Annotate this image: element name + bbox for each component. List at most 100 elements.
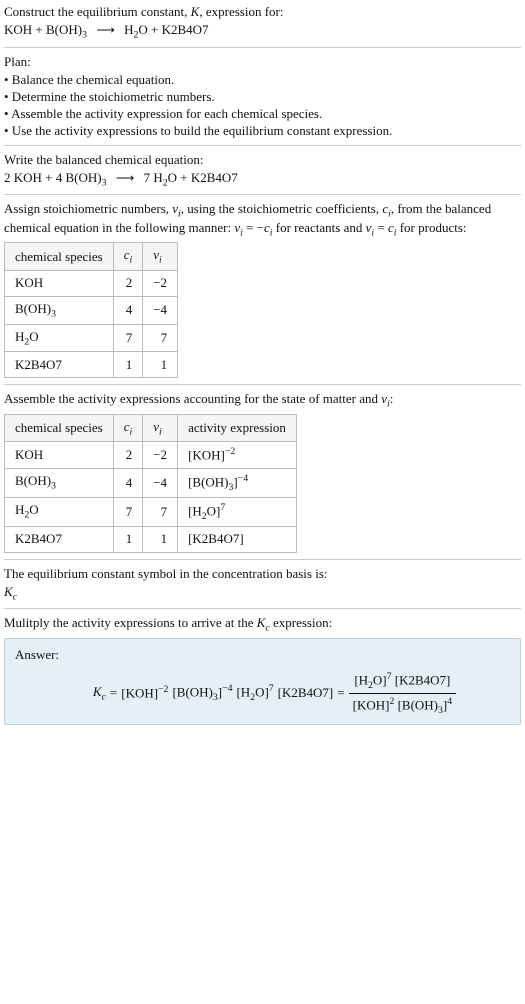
txt: for reactants and <box>273 220 366 235</box>
lhs: KOH + B(OH) <box>4 22 82 37</box>
cell-c: 2 <box>113 270 143 296</box>
th-c: ci <box>113 414 143 442</box>
th-species: chemical species <box>5 414 114 442</box>
assign-section: Assign stoichiometric numbers, νi , using… <box>4 201 521 378</box>
cell-activity: [H2O]7 <box>178 497 297 526</box>
balanced-section: Write the balanced chemical equation: 2 … <box>4 152 521 189</box>
cell-c: 7 <box>113 324 143 352</box>
divider <box>4 608 521 609</box>
divider <box>4 559 521 560</box>
txt: for products: <box>396 220 466 235</box>
arrow-icon: ⟶ <box>90 22 121 37</box>
multiply-line: Mulitply the activity expressions to arr… <box>4 615 521 634</box>
txt: = − <box>243 220 264 235</box>
txt: Assign stoichiometric numbers, <box>4 201 172 216</box>
cell-activity: [K2B4O7] <box>178 526 297 552</box>
txt: Construct the equilibrium constant, <box>4 4 191 19</box>
table-row: H2O 7 7 [H2O]7 <box>5 497 297 526</box>
kc-symbol: Kc <box>4 584 521 603</box>
bullet: • Determine the stoichiometric numbers. <box>4 89 521 105</box>
txt: , using the stoichiometric coefficients, <box>181 201 383 216</box>
cell-species: B(OH)3 <box>5 296 114 324</box>
table-row: K2B4O7 1 1 [K2B4O7] <box>5 526 297 552</box>
bullet: • Use the activity expressions to build … <box>4 123 521 139</box>
rhs-a: H <box>124 22 133 37</box>
cell-nu: 7 <box>143 324 178 352</box>
cell-species: KOH <box>5 442 114 468</box>
numerator: [H2O]7 [K2B4O7] <box>349 671 456 694</box>
multiply-section: Mulitply the activity expressions to arr… <box>4 615 521 724</box>
balanced-title: Write the balanced chemical equation: <box>4 152 521 168</box>
th-nu: νi <box>143 243 178 271</box>
cell-c: 4 <box>113 468 143 497</box>
basis-line: The equilibrium constant symbol in the c… <box>4 566 521 582</box>
plan-list: • Balance the chemical equation. • Deter… <box>4 72 521 139</box>
cell-species: K2B4O7 <box>5 352 114 378</box>
cell-activity: [KOH]−2 <box>178 442 297 468</box>
bullet: • Balance the chemical equation. <box>4 72 521 88</box>
cell-c: 1 <box>113 526 143 552</box>
cell-c: 7 <box>113 497 143 526</box>
divider <box>4 194 521 195</box>
th-nu: νi <box>143 414 178 442</box>
cell-species: B(OH)3 <box>5 468 114 497</box>
cell-species: K2B4O7 <box>5 526 114 552</box>
table-row: B(OH)3 4 −4 [B(OH)3]−4 <box>5 468 297 497</box>
cell-species: KOH <box>5 270 114 296</box>
stoich-table: chemical species ci νi KOH 2 −2 B(OH)3 4… <box>4 242 178 378</box>
txt: , expression for: <box>199 4 283 19</box>
activity-table: chemical species ci νi activity expressi… <box>4 414 297 553</box>
assign-paragraph: Assign stoichiometric numbers, νi, using… <box>4 201 521 238</box>
divider <box>4 145 521 146</box>
cell-nu: −4 <box>143 296 178 324</box>
table-row: KOH 2 −2 <box>5 270 178 296</box>
cell-nu: −2 <box>143 442 178 468</box>
cell-nu: 1 <box>143 352 178 378</box>
cell-nu: −4 <box>143 468 178 497</box>
table-row: H2O 7 7 <box>5 324 178 352</box>
table-header: chemical species ci νi activity expressi… <box>5 414 297 442</box>
rhs-b: O + K2B4O7 <box>168 170 238 185</box>
cell-c: 4 <box>113 296 143 324</box>
th-species: chemical species <box>5 243 114 271</box>
cell-nu: −2 <box>143 270 178 296</box>
th-c: ci <box>113 243 143 271</box>
term: [KOH]−2 <box>121 684 168 701</box>
basis-section: The equilibrium constant symbol in the c… <box>4 566 521 603</box>
intro-section: Construct the equilibrium constant, K, e… <box>4 4 521 41</box>
txt: = <box>374 220 388 235</box>
answer-box: Answer: Kc = [KOH]−2 [B(OH)3]−4 [H2O]7 [… <box>4 638 521 725</box>
plan-section: Plan: • Balance the chemical equation. •… <box>4 54 521 139</box>
answer-label: Answer: <box>15 647 510 663</box>
equals: = <box>110 685 117 701</box>
table-header: chemical species ci νi <box>5 243 178 271</box>
activity-section: Assemble the activity expressions accoun… <box>4 391 521 552</box>
table-row: B(OH)3 4 −4 <box>5 296 178 324</box>
fraction: [H2O]7 [K2B4O7] [KOH]2 [B(OH)3]4 <box>349 671 456 716</box>
kc: Kc <box>93 684 106 703</box>
term: [K2B4O7] <box>278 685 334 701</box>
equals: = <box>337 685 344 701</box>
cell-c: 1 <box>113 352 143 378</box>
rhs-a: 7 H <box>144 170 163 185</box>
activity-title: Assemble the activity expressions accoun… <box>4 391 521 410</box>
sub: 3 <box>82 30 87 41</box>
rhs-b: O + K2B4O7 <box>138 22 208 37</box>
denominator: [KOH]2 [B(OH)3]4 <box>349 694 456 716</box>
intro-line1: Construct the equilibrium constant, K, e… <box>4 4 521 20</box>
unbalanced-equation: KOH + B(OH)3 ⟶ H2O + K2B4O7 <box>4 22 521 41</box>
divider <box>4 384 521 385</box>
divider <box>4 47 521 48</box>
arrow-icon: ⟶ <box>110 170 141 185</box>
cell-species: H2O <box>5 497 114 526</box>
sub: 3 <box>102 177 107 188</box>
lhs: 2 KOH + 4 B(OH) <box>4 170 102 185</box>
th-activity: activity expression <box>178 414 297 442</box>
kc-expression: Kc = [KOH]−2 [B(OH)3]−4 [H2O]7 [K2B4O7] … <box>15 671 510 716</box>
balanced-equation: 2 KOH + 4 B(OH)3 ⟶ 7 H2O + K2B4O7 <box>4 170 521 189</box>
cell-c: 2 <box>113 442 143 468</box>
cell-activity: [B(OH)3]−4 <box>178 468 297 497</box>
plan-title: Plan: <box>4 54 521 70</box>
cell-species: H2O <box>5 324 114 352</box>
table-row: K2B4O7 1 1 <box>5 352 178 378</box>
